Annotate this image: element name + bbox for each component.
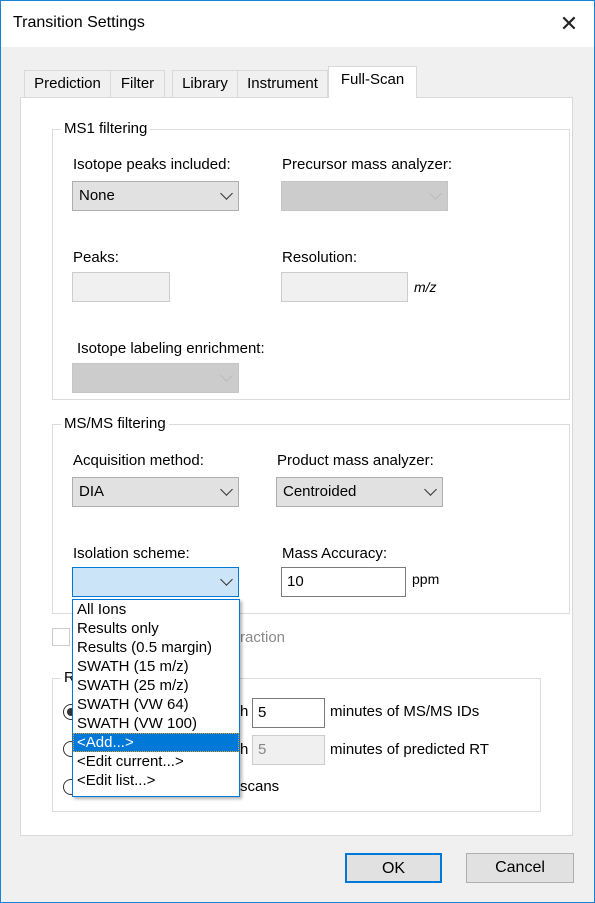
dropdown-option[interactable]: SWATH (VW 100) (73, 714, 239, 733)
cancel-button[interactable]: Cancel (466, 853, 574, 883)
radio1-suffix: minutes of MS/MS IDs (330, 703, 480, 720)
acquisition-label: Acquisition method: (73, 452, 204, 469)
radio1-label: h (240, 703, 249, 720)
dropdown-option[interactable]: All Ions (73, 600, 239, 619)
dropdown-option[interactable]: SWATH (VW 64) (73, 695, 239, 714)
enrichment-dropdown[interactable] (72, 363, 239, 393)
extraction-checkbox[interactable] (52, 628, 70, 646)
chevron-down-icon (220, 483, 233, 496)
mass-accuracy-label: Mass Accuracy: (282, 545, 388, 562)
predicted-rt-minutes-input[interactable]: 5 (252, 735, 325, 765)
isolation-dropdown[interactable] (72, 567, 239, 597)
chevron-down-icon (220, 187, 233, 200)
dropdown-value: None (79, 187, 115, 204)
dropdown-option[interactable]: Results only (73, 619, 239, 638)
precursor-analyzer-label: Precursor mass analyzer: (282, 156, 453, 173)
radio2-label: h (240, 741, 249, 758)
checkbox-label: raction (240, 629, 286, 646)
peaks-label: Peaks: (73, 249, 119, 266)
isotope-peaks-dropdown[interactable]: None (72, 181, 239, 211)
ok-button[interactable]: OK (345, 853, 442, 883)
precursor-analyzer-dropdown[interactable] (281, 181, 448, 211)
acquisition-dropdown[interactable]: DIA (72, 477, 239, 507)
dropdown-option[interactable]: SWATH (25 m/z) (73, 676, 239, 695)
radio3-label: scans (240, 778, 280, 795)
dropdown-value: DIA (79, 483, 105, 500)
mass-accuracy-unit: ppm (412, 571, 440, 587)
dropdown-value: Centroided (283, 483, 357, 500)
dropdown-option[interactable]: Results (0.5 margin) (73, 638, 239, 657)
chevron-down-icon (429, 187, 442, 200)
product-analyzer-dropdown[interactable]: Centroided (276, 477, 443, 507)
dropdown-option[interactable]: <Edit current...> (73, 752, 239, 771)
product-analyzer-label: Product mass analyzer: (277, 452, 434, 469)
isotope-peaks-label: Isotope peaks included: (73, 156, 231, 173)
chevron-down-icon (220, 369, 233, 382)
resolution-label: Resolution: (282, 249, 358, 266)
isolation-scheme-dropdown-list: All Ions Results only Results (0.5 margin)… (72, 599, 240, 797)
dropdown-option[interactable]: <Add...> (73, 733, 239, 752)
msms-ids-minutes-input[interactable]: 5 (252, 698, 325, 728)
mass-accuracy-input[interactable]: 10 (281, 567, 406, 597)
isolation-label: Isolation scheme: (73, 545, 190, 562)
group-title: MS1 filtering (61, 120, 151, 137)
tab-filter[interactable]: Filter (110, 70, 165, 97)
title-bar: Transition Settings ✕ (1, 1, 594, 47)
window-title: Transition Settings (13, 14, 145, 31)
close-icon[interactable]: ✕ (549, 9, 589, 39)
tab-full-scan[interactable]: Full-Scan (328, 66, 417, 98)
dialog-window: Transition Settings ✕ Prediction Filter … (0, 0, 595, 903)
peaks-input[interactable] (72, 272, 170, 302)
group-title: MS/MS filtering (61, 415, 169, 432)
resolution-input[interactable] (281, 272, 408, 302)
radio2-suffix: minutes of predicted RT (330, 741, 489, 758)
tab-prediction[interactable]: Prediction (24, 70, 111, 97)
resolution-unit: m/z (414, 279, 437, 295)
chevron-down-icon (220, 573, 233, 586)
tab-instrument[interactable]: Instrument (237, 70, 328, 97)
chevron-down-icon (424, 483, 437, 496)
enrichment-label: Isotope labeling enrichment: (77, 340, 265, 357)
dropdown-option[interactable]: <Edit list...> (73, 771, 239, 790)
tab-library[interactable]: Library (172, 70, 238, 97)
dropdown-option[interactable]: SWATH (15 m/z) (73, 657, 239, 676)
